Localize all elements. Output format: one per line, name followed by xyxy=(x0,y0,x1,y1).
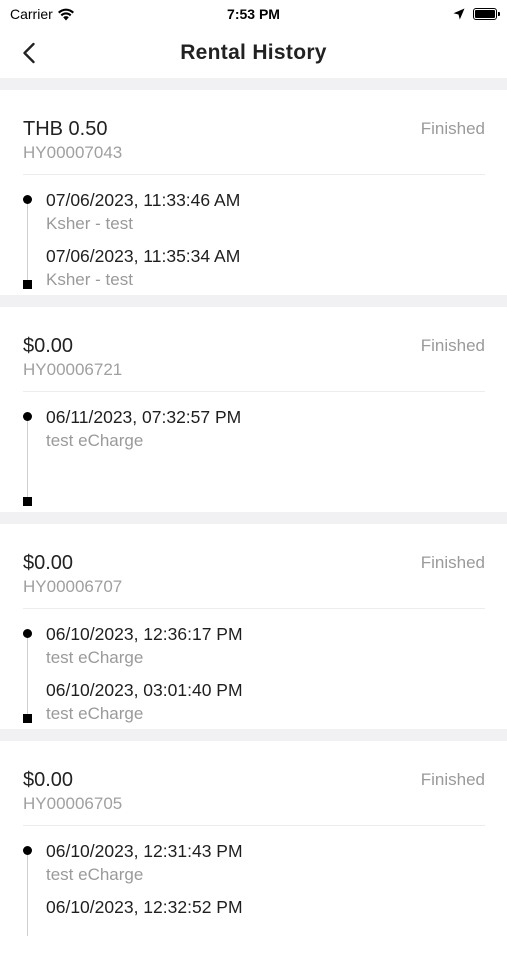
clock: 7:53 PM xyxy=(227,6,280,22)
rental-timeline: 07/06/2023, 11:33:46 AM Ksher - test 07/… xyxy=(23,189,485,305)
timeline-line xyxy=(27,633,28,719)
end-square-icon xyxy=(23,497,32,506)
section-gap xyxy=(0,78,507,90)
start-location: test eCharge xyxy=(46,865,144,884)
status-badge: Finished xyxy=(420,336,485,355)
chevron-left-icon xyxy=(23,42,35,64)
start-entry: 07/06/2023, 11:33:46 AM Ksher - test xyxy=(46,189,240,235)
end-time: 06/10/2023, 03:01:40 PM xyxy=(46,680,243,700)
rental-amount: $0.00 xyxy=(23,552,74,574)
start-dot-icon xyxy=(23,412,32,421)
order-id: HY00006721 xyxy=(23,360,123,379)
start-location: test eCharge xyxy=(46,648,144,667)
end-entry: 07/06/2023, 11:35:34 AM Ksher - test xyxy=(46,245,240,291)
carrier-label: Carrier xyxy=(10,6,53,22)
status-badge: Finished xyxy=(420,770,485,789)
navigation-bar: Rental History xyxy=(0,28,507,78)
status-bar: Carrier 7:53 PM xyxy=(0,0,507,28)
status-badge: Finished xyxy=(420,553,485,572)
start-location: test eCharge xyxy=(46,431,144,450)
start-entry: 06/10/2023, 12:31:43 PM test eCharge xyxy=(46,840,243,886)
end-time: 06/10/2023, 12:32:52 PM xyxy=(46,897,243,917)
end-location: test eCharge xyxy=(46,704,144,723)
start-time: 07/06/2023, 11:33:46 AM xyxy=(46,190,241,210)
divider xyxy=(23,174,485,175)
divider xyxy=(23,825,485,826)
rental-card[interactable]: $0.00 Finished HY00006705 06/10/2023, 12… xyxy=(0,741,507,946)
rental-card[interactable]: $0.00 Finished HY00006707 06/10/2023, 12… xyxy=(0,524,507,729)
rental-amount: $0.00 xyxy=(23,769,74,791)
end-square-icon xyxy=(23,714,32,723)
battery-fill xyxy=(475,10,495,18)
back-button[interactable] xyxy=(14,38,44,68)
timeline-line xyxy=(27,416,28,502)
order-id: HY00006705 xyxy=(23,794,123,813)
rental-timeline: 06/10/2023, 12:31:43 PM test eCharge 06/… xyxy=(23,840,485,956)
start-time: 06/11/2023, 07:32:57 PM xyxy=(46,407,242,427)
status-badge: Finished xyxy=(420,119,485,138)
location-arrow-icon xyxy=(453,8,465,20)
start-time: 06/10/2023, 12:36:17 PM xyxy=(46,624,243,644)
start-time: 06/10/2023, 12:31:43 PM xyxy=(46,841,243,861)
start-dot-icon xyxy=(23,846,32,855)
rental-amount: THB 0.50 xyxy=(23,118,108,140)
status-icons xyxy=(453,8,500,20)
rental-list: THB 0.50 Finished HY00007043 07/06/2023,… xyxy=(0,78,507,946)
divider xyxy=(23,391,485,392)
battery-icon xyxy=(473,8,500,20)
timeline-line xyxy=(27,199,28,285)
rental-card[interactable]: $0.00 Finished HY00006721 06/11/2023, 07… xyxy=(0,307,507,512)
start-dot-icon xyxy=(23,629,32,638)
page-title: Rental History xyxy=(180,41,327,64)
end-location: Ksher - test xyxy=(46,270,133,289)
start-entry: 06/10/2023, 12:36:17 PM test eCharge xyxy=(46,623,243,669)
order-id: HY00007043 xyxy=(23,143,123,162)
start-entry: 06/11/2023, 07:32:57 PM test eCharge xyxy=(46,406,241,452)
divider xyxy=(23,608,485,609)
wifi-icon xyxy=(57,8,74,20)
rental-timeline: 06/11/2023, 07:32:57 PM test eCharge xyxy=(23,406,485,522)
carrier-group: Carrier xyxy=(10,6,75,22)
end-time: 07/06/2023, 11:35:34 AM xyxy=(46,246,241,266)
start-dot-icon xyxy=(23,195,32,204)
rental-amount: $0.00 xyxy=(23,335,74,357)
rental-timeline: 06/10/2023, 12:36:17 PM test eCharge 06/… xyxy=(23,623,485,739)
order-id: HY00006707 xyxy=(23,577,123,596)
start-location: Ksher - test xyxy=(46,214,133,233)
timeline-line xyxy=(27,850,28,936)
rental-card[interactable]: THB 0.50 Finished HY00007043 07/06/2023,… xyxy=(0,90,507,295)
end-square-icon xyxy=(23,280,32,289)
end-entry: 06/10/2023, 03:01:40 PM test eCharge xyxy=(46,679,243,725)
